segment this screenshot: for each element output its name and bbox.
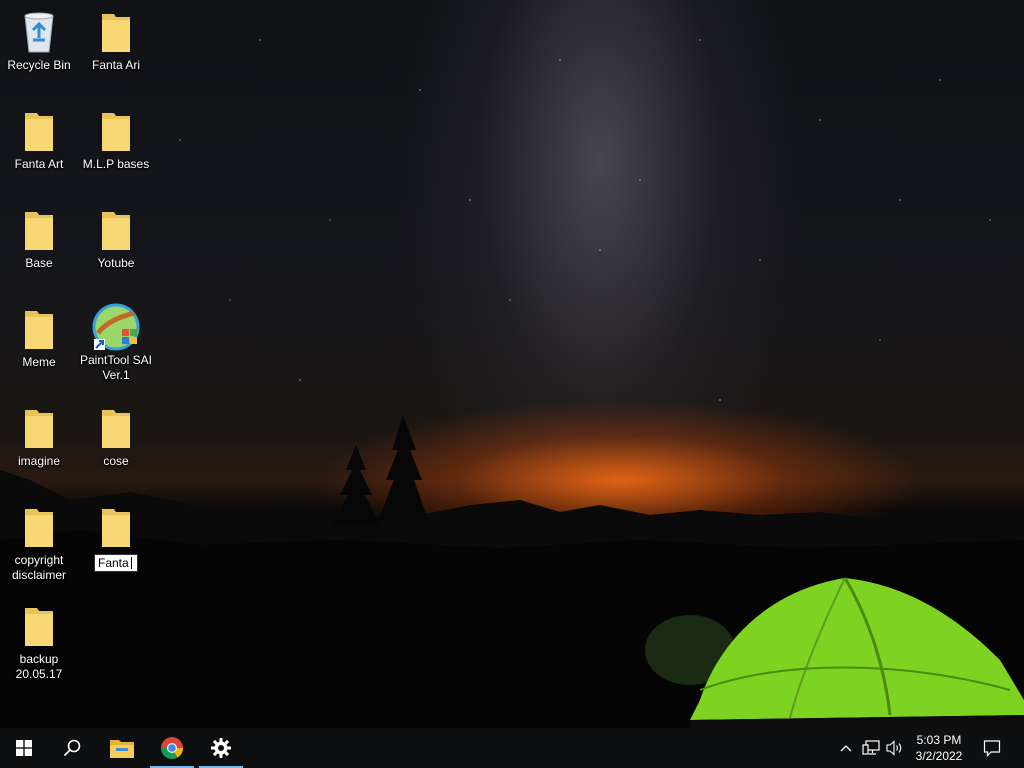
recycle-bin-desktop-icon[interactable]: Recycle Bin — [1, 8, 77, 73]
desktop-icon-label: PaintTool SAI Ver.1 — [79, 353, 153, 382]
search-button[interactable] — [48, 728, 96, 768]
recycle-bin-icon — [24, 12, 54, 53]
clock-date: 3/2/2022 — [915, 749, 963, 763]
painttool-sai-shortcut[interactable]: PaintTool SAI Ver.1 — [78, 303, 154, 383]
painttool-sai-icon — [92, 303, 140, 351]
folder-cose[interactable]: cose — [78, 404, 154, 469]
desktop-icon-label: Fanta Ari — [91, 58, 141, 72]
start-button[interactable] — [0, 728, 48, 768]
folder-icon — [25, 212, 53, 250]
desktop-icon-label: M.L.P bases — [82, 157, 150, 171]
action-center-button[interactable] — [976, 728, 1008, 768]
gear-icon — [211, 738, 231, 758]
volume-button[interactable] — [884, 728, 906, 768]
folder-icon — [25, 113, 53, 151]
folder-mlp-bases[interactable]: M.L.P bases — [78, 107, 154, 172]
windows-start-icon — [16, 740, 32, 756]
folder-icon — [102, 113, 130, 151]
rename-input[interactable]: Fanta — [94, 554, 138, 572]
folder-icon — [110, 740, 134, 758]
show-hidden-icons-button[interactable] — [836, 728, 856, 768]
folder-imagine[interactable]: imagine — [1, 404, 77, 469]
desktop-icon-label: imagine — [17, 454, 61, 468]
taskbar: 5:03 PM 3/2/2022 — [0, 728, 1024, 768]
desktop-icon-label: cose — [103, 454, 129, 468]
desktop-icon-label: Base — [25, 256, 53, 270]
desktop-icon-label: backup 20.05.17 — [15, 652, 63, 681]
chevron-up-icon — [840, 745, 852, 752]
folder-icon — [102, 14, 130, 52]
network-icon — [862, 740, 880, 755]
desktop-icon-label: copyright disclaimer — [11, 553, 66, 582]
folder-icon — [102, 410, 130, 448]
folder-fanta-ari[interactable]: Fanta Ari — [78, 8, 154, 73]
file-explorer-button[interactable] — [98, 728, 146, 768]
folder-icon — [25, 410, 53, 448]
desktop-icon-label: Recycle Bin — [7, 58, 71, 72]
desktop-icon-label: Meme — [22, 355, 56, 369]
rename-input-text: Fanta — [98, 556, 129, 570]
folder-copyright-disclaimer[interactable]: copyright disclaimer — [1, 503, 77, 583]
clock-time: 5:03 PM — [916, 733, 962, 747]
folder-base[interactable]: Base — [1, 206, 77, 271]
text-caret — [130, 557, 132, 569]
chrome-icon — [161, 737, 183, 759]
folder-backup[interactable]: backup 20.05.17 — [1, 602, 77, 682]
folder-yotube[interactable]: Yotube — [78, 206, 154, 271]
chrome-button[interactable] — [148, 728, 196, 768]
settings-button[interactable] — [197, 728, 245, 768]
volume-icon — [886, 740, 902, 756]
action-center-icon — [983, 740, 1001, 757]
taskbar-clock[interactable]: 5:03 PM 3/2/2022 — [904, 728, 974, 768]
network-button[interactable] — [860, 728, 882, 768]
search-icon — [63, 739, 81, 757]
folder-fanta-art[interactable]: Fanta Art — [1, 107, 77, 172]
folder-icon — [25, 509, 53, 547]
folder-icon — [102, 509, 130, 547]
folder-icon — [25, 608, 53, 646]
folder-icon — [25, 311, 53, 349]
desktop-icon-label: Yotube — [97, 256, 135, 270]
folder-fanta-renaming[interactable]: Fanta — [78, 503, 154, 572]
folder-meme[interactable]: Meme — [1, 305, 77, 370]
desktop-icon-label: Fanta Art — [14, 157, 64, 171]
folder-icon — [102, 212, 130, 250]
